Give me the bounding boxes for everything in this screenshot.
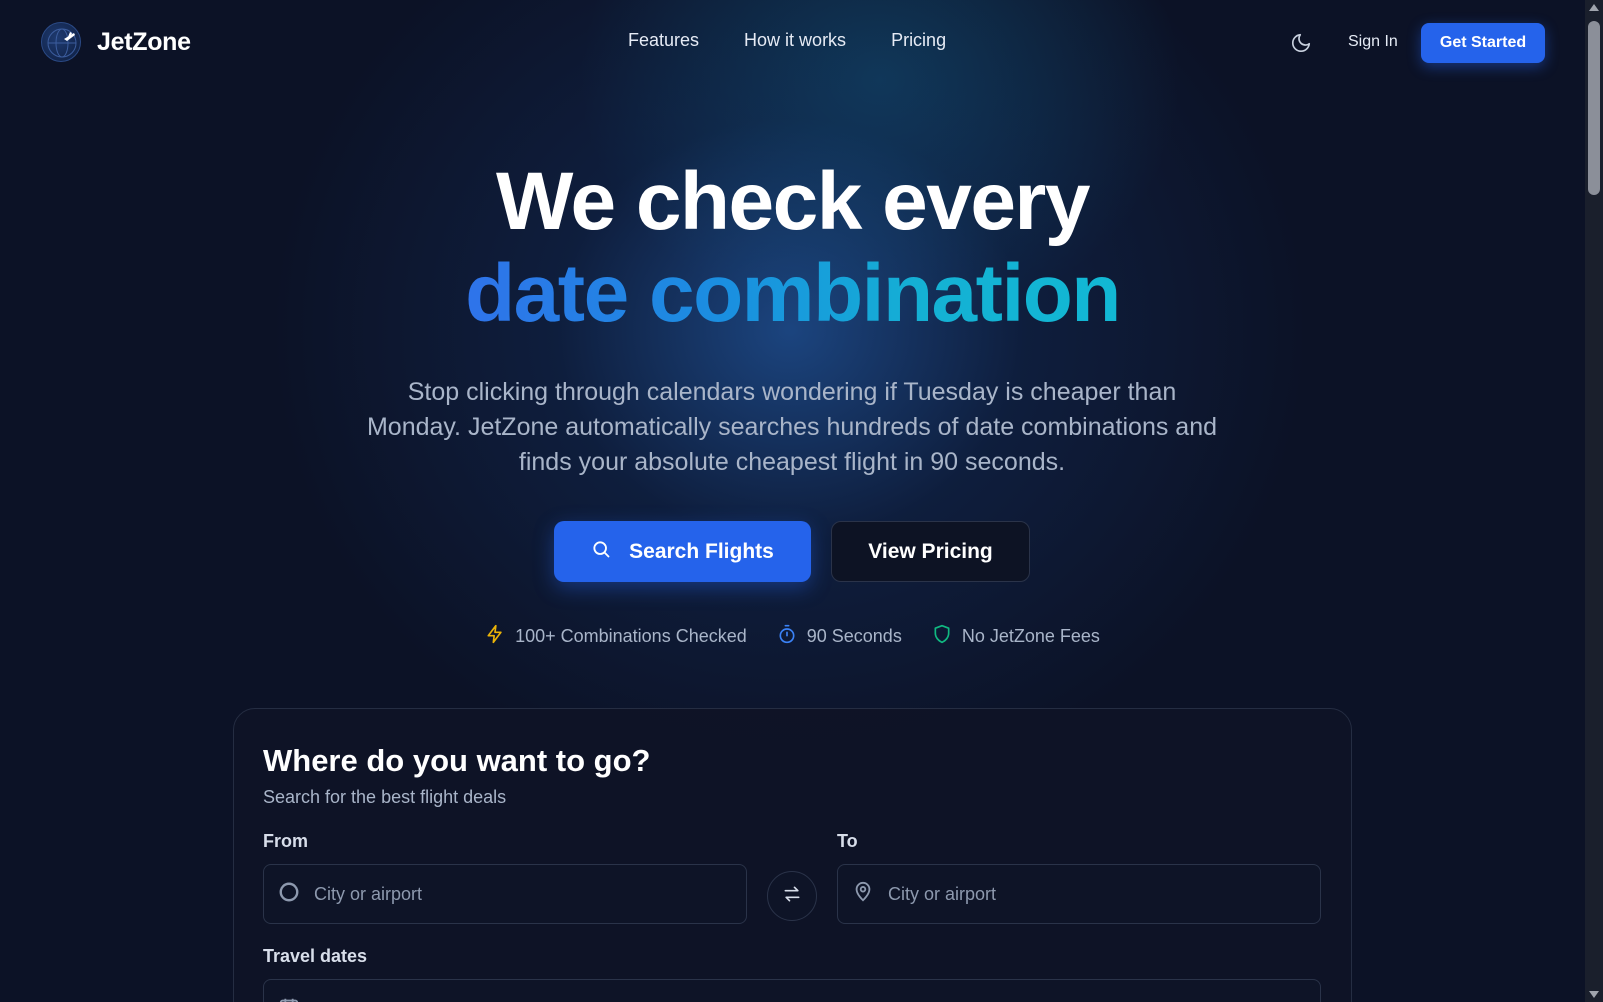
- nav-features[interactable]: Features: [628, 30, 699, 51]
- stats-row: 100+ Combinations Checked 90 Seconds No …: [0, 624, 1585, 649]
- timer-icon: [777, 624, 797, 649]
- shield-icon: [932, 624, 952, 649]
- swap-arrows-icon: [782, 884, 802, 909]
- nav-pricing[interactable]: Pricing: [891, 30, 946, 51]
- to-label: To: [837, 831, 858, 851]
- globe-plane-icon: [41, 22, 81, 62]
- moon-icon[interactable]: [1290, 32, 1312, 54]
- stat-speed: 90 Seconds: [777, 624, 902, 649]
- from-label: From: [263, 831, 308, 851]
- hero-title-highlight: date combination: [465, 248, 1121, 339]
- to-field[interactable]: [837, 864, 1321, 924]
- hero-title-line1: We check every: [496, 156, 1090, 247]
- view-pricing-button[interactable]: View Pricing: [831, 521, 1030, 582]
- stat-fees: No JetZone Fees: [932, 624, 1100, 649]
- scrollbar-thumb[interactable]: [1588, 21, 1600, 195]
- main-nav: Features How it works Pricing: [628, 30, 946, 51]
- travel-dates-label: Travel dates: [263, 946, 368, 966]
- get-started-button[interactable]: Get Started: [1421, 23, 1545, 63]
- origin-circle-icon: [278, 881, 300, 908]
- hero-subtitle: Stop clicking through calendars wonderin…: [366, 378, 1218, 476]
- stat-combinations: 100+ Combinations Checked: [485, 624, 747, 649]
- stat-combinations-label: 100+ Combinations Checked: [515, 626, 747, 646]
- scroll-up-arrow-icon[interactable]: [1589, 4, 1599, 11]
- from-field[interactable]: [263, 864, 747, 924]
- search-flights-label: Search Flights: [629, 539, 774, 563]
- from-input[interactable]: [314, 883, 694, 905]
- search-flights-button[interactable]: Search Flights: [554, 521, 811, 582]
- search-card: Where do you want to go? Search for the …: [233, 708, 1352, 1002]
- nav-how-it-works[interactable]: How it works: [744, 30, 846, 51]
- lightning-icon: [485, 624, 505, 649]
- search-card-subtitle: Search for the best flight deals: [263, 787, 507, 807]
- swap-button[interactable]: [767, 871, 817, 921]
- stat-speed-label: 90 Seconds: [806, 626, 902, 646]
- search-card-title: Where do you want to go?: [263, 743, 651, 778]
- stat-fees-label: No JetZone Fees: [961, 626, 1100, 646]
- site-header: JetZone Features How it works Pricing Si…: [0, 0, 1585, 84]
- sign-in-link[interactable]: Sign In: [1348, 33, 1398, 51]
- to-input[interactable]: [888, 883, 1268, 905]
- search-icon: [591, 539, 611, 565]
- brand-logo[interactable]: JetZone: [41, 22, 191, 62]
- brand-name: JetZone: [97, 27, 191, 56]
- location-pin-icon: [852, 881, 874, 908]
- hero-title-line2: date combination: [0, 247, 1585, 341]
- scroll-down-arrow-icon[interactable]: [1589, 991, 1599, 998]
- calendar-icon: [278, 996, 300, 1002]
- travel-dates-field[interactable]: [263, 979, 1321, 1002]
